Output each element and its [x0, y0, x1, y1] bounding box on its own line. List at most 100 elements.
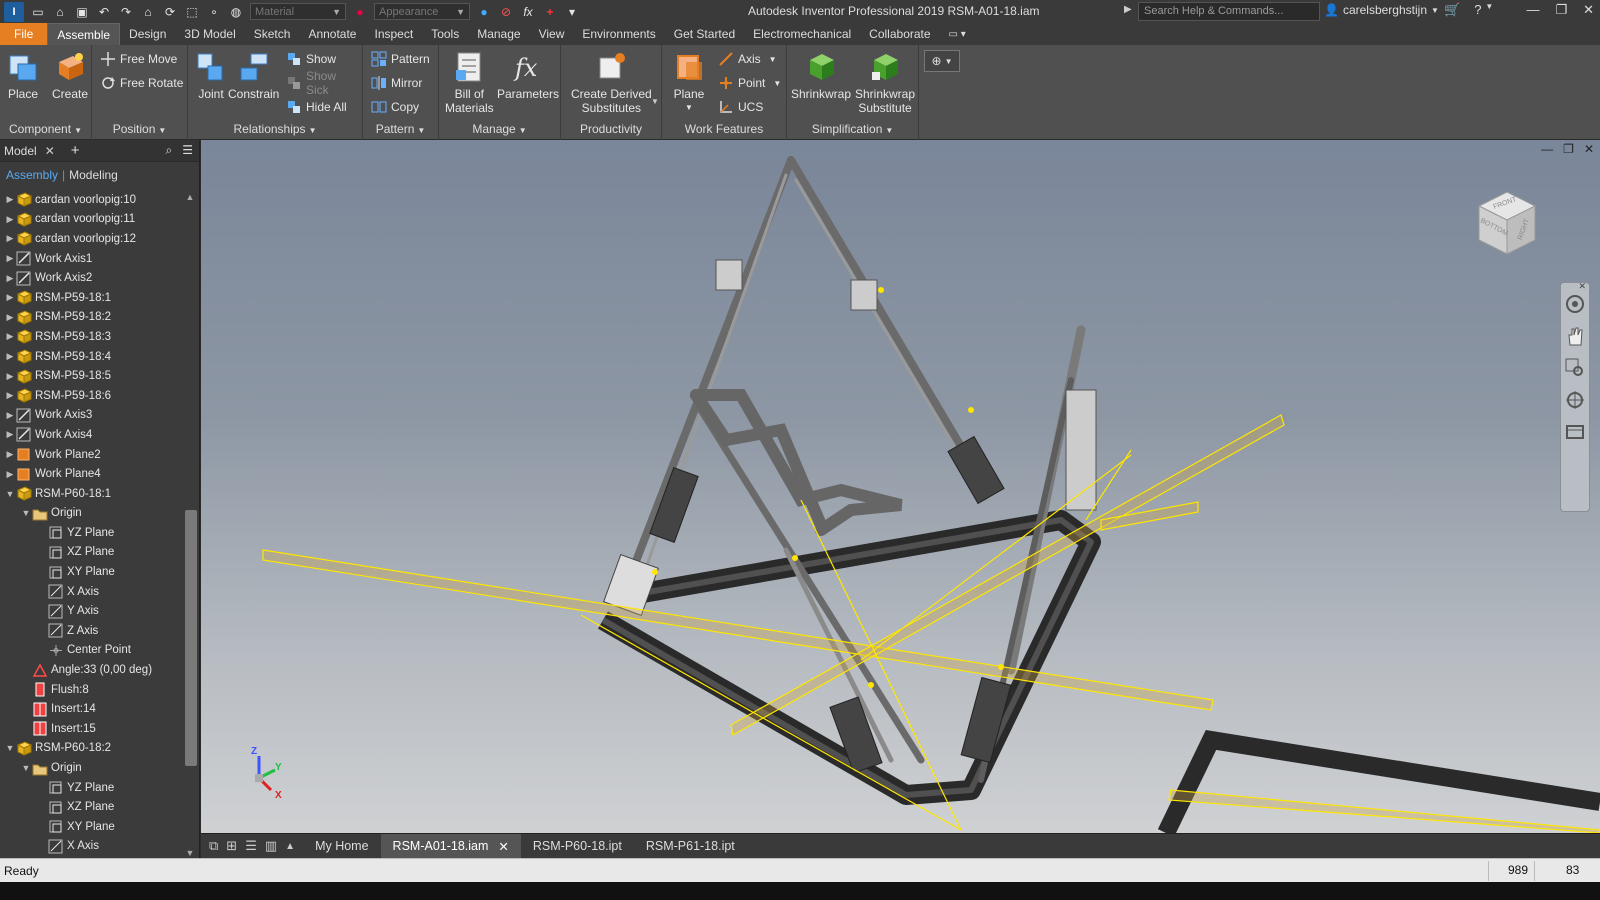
tree-collapse-icon[interactable]: ▼ — [4, 743, 16, 753]
create-button[interactable]: Create — [52, 50, 88, 101]
tree-collapse-icon[interactable]: ▼ — [20, 508, 32, 518]
select-icon[interactable]: ⬚ — [184, 4, 200, 20]
tree-expand-icon[interactable]: ▶ — [4, 214, 16, 225]
tree-expand-icon[interactable]: ▶ — [4, 331, 16, 342]
tree-item[interactable]: ▶ RSM-P59-18:1 — [0, 288, 180, 308]
tree-expand-icon[interactable]: ▶ — [4, 469, 16, 480]
group-label-component[interactable]: Component ▼ — [0, 122, 91, 136]
tree-item[interactable]: ▶ RSM-P59-18:2 — [0, 308, 180, 328]
cart-icon[interactable]: 🛒 — [1444, 2, 1460, 18]
shrinkwrap-button[interactable]: Shrinkwrap — [791, 50, 851, 101]
qat-dropdown-icon[interactable]: ▾ — [564, 4, 580, 20]
viewport-restore-icon[interactable]: ❐ — [1563, 142, 1574, 156]
tree-item[interactable]: Insert:14 — [0, 699, 180, 719]
axis-button[interactable]: Axis ▼ — [718, 50, 777, 68]
tab-design[interactable]: Design — [120, 23, 175, 45]
tree-item[interactable]: ▼ RSM-P60-18:2 — [0, 739, 180, 759]
close-icon[interactable]: ✕ — [1583, 2, 1594, 18]
tree-expand-icon[interactable]: ▶ — [4, 253, 16, 264]
tree-expand-icon[interactable]: ▶ — [4, 312, 16, 323]
update-icon[interactable]: ⟳ — [162, 4, 178, 20]
material-combo[interactable]: Material ▼ — [250, 3, 346, 20]
fx-icon[interactable]: fx — [520, 4, 536, 20]
browser-menu-icon[interactable]: ☰ — [182, 143, 193, 158]
mirror-button[interactable]: Mirror — [371, 74, 422, 92]
tree-item[interactable]: X Axis — [0, 837, 180, 857]
tree-item[interactable]: ▼ Origin — [0, 758, 180, 778]
viewcube[interactable]: FRONT BOTTOM RIGHT — [1471, 186, 1543, 258]
tree-collapse-icon[interactable]: ▼ — [20, 763, 32, 773]
appearance-combo[interactable]: Appearance ▼ — [374, 3, 470, 20]
tab-electromechanical[interactable]: Electromechanical — [744, 23, 860, 45]
tab-annotate[interactable]: Annotate — [299, 23, 365, 45]
tree-expand-icon[interactable]: ▶ — [4, 351, 16, 362]
tab-view[interactable]: View — [530, 23, 574, 45]
clear-icon[interactable]: ⊘ — [498, 4, 514, 20]
bill-of-materials-button[interactable]: Bill of Materials — [445, 50, 494, 115]
help-dropdown-icon[interactable]: ▼ — [1485, 2, 1493, 18]
scroll-up-icon[interactable]: ▲ — [183, 192, 197, 202]
ucs-button[interactable]: UCS — [718, 98, 763, 116]
tree-item[interactable]: ▶ cardan voorlopig:11 — [0, 210, 180, 230]
pan-hand-icon[interactable] — [1564, 325, 1586, 347]
tree-item[interactable]: ▼ Origin — [0, 504, 180, 524]
parameters-button[interactable]: fx Parameters — [497, 50, 559, 101]
viewport-close-icon[interactable]: ✕ — [1584, 142, 1594, 156]
tree-item[interactable]: XY Plane — [0, 562, 180, 582]
tree-item[interactable]: ▶ RSM-P59-18:4 — [0, 347, 180, 367]
tree-expand-icon[interactable]: ▶ — [4, 371, 16, 382]
point-button[interactable]: Point ▼ — [718, 74, 781, 92]
tree-item[interactable]: Insert:15 — [0, 719, 180, 739]
tree-item[interactable]: ▶ Work Axis3 — [0, 406, 180, 426]
group-label-manage[interactable]: Manage ▼ — [439, 122, 560, 136]
tree-expand-icon[interactable]: ▶ — [4, 273, 16, 284]
search-expand-icon[interactable]: ▶ — [1124, 4, 1132, 15]
minimize-icon[interactable]: — — [1526, 2, 1539, 18]
inventor-logo-icon[interactable]: I — [4, 1, 24, 22]
cds-dropdown-icon[interactable]: ▼ — [651, 97, 659, 106]
measure-icon[interactable]: ∘ — [206, 4, 222, 20]
group-label-position[interactable]: Position ▼ — [92, 122, 187, 136]
navbar-close-icon[interactable]: ✕ — [1578, 281, 1586, 292]
cascade-windows-icon[interactable]: ⧉ — [209, 838, 218, 854]
tree-collapse-icon[interactable]: ▼ — [4, 489, 16, 499]
tree-item[interactable]: XZ Plane — [0, 797, 180, 817]
browser-search-icon[interactable]: ⌕ — [166, 143, 173, 158]
browser-scrollbar[interactable]: ▲ ▼ — [183, 192, 197, 858]
globe-icon[interactable]: ◍ — [228, 4, 244, 20]
tab-tools[interactable]: Tools — [422, 23, 468, 45]
joint-button[interactable]: Joint — [194, 50, 228, 101]
tree-expand-icon[interactable]: ▶ — [4, 233, 16, 244]
show-button[interactable]: Show — [286, 50, 336, 68]
tree-item[interactable]: ▶ cardan voorlopig:12 — [0, 229, 180, 249]
tab-environments[interactable]: Environments — [573, 23, 664, 45]
tree-item[interactable]: Z Axis — [0, 621, 180, 641]
doctab-my-home[interactable]: My Home — [303, 834, 380, 858]
tile-vertical-icon[interactable]: ▥ — [265, 838, 277, 854]
help-icon[interactable]: ? — [1474, 2, 1481, 18]
tree-item[interactable]: ▶ RSM-P59-18:3 — [0, 327, 180, 347]
undo-icon[interactable]: ↶ — [96, 4, 112, 20]
tree-item[interactable]: ▶ Work Axis2 — [0, 268, 180, 288]
user-menu[interactable]: 👤 carelsberghstijn ▼ — [1324, 3, 1439, 17]
view-face-icon[interactable] — [1564, 421, 1586, 443]
hide-all-button[interactable]: Hide All — [286, 98, 347, 116]
steering-wheel-icon[interactable] — [1564, 293, 1586, 315]
restore-icon[interactable]: ❐ — [1555, 2, 1567, 18]
tree-item[interactable]: ▶ Work Plane2 — [0, 445, 180, 465]
tile-windows-icon[interactable]: ⊞ — [226, 838, 237, 854]
tree-item[interactable]: XY Plane — [0, 817, 180, 837]
tree-item[interactable]: Center Point — [0, 641, 180, 661]
appearance-icon[interactable]: ● — [352, 4, 368, 20]
group-label-relationships[interactable]: Relationships ▼ — [188, 122, 362, 136]
tree-item[interactable]: ▶ Work Axis1 — [0, 249, 180, 269]
show-sick-button[interactable]: Show Sick — [286, 69, 362, 97]
tree-expand-icon[interactable]: ▶ — [4, 194, 16, 205]
tree-item[interactable]: ▼ RSM-P60-18:1 — [0, 484, 180, 504]
tab-file[interactable]: File — [0, 23, 48, 45]
tile-horizontal-icon[interactable]: ☰ — [245, 838, 257, 854]
tab-list-icon[interactable]: ▲ — [285, 841, 295, 852]
tree-expand-icon[interactable]: ▶ — [4, 410, 16, 421]
tree-item[interactable]: X Axis — [0, 582, 180, 602]
tree-item[interactable]: ▶ RSM-P59-18:5 — [0, 366, 180, 386]
